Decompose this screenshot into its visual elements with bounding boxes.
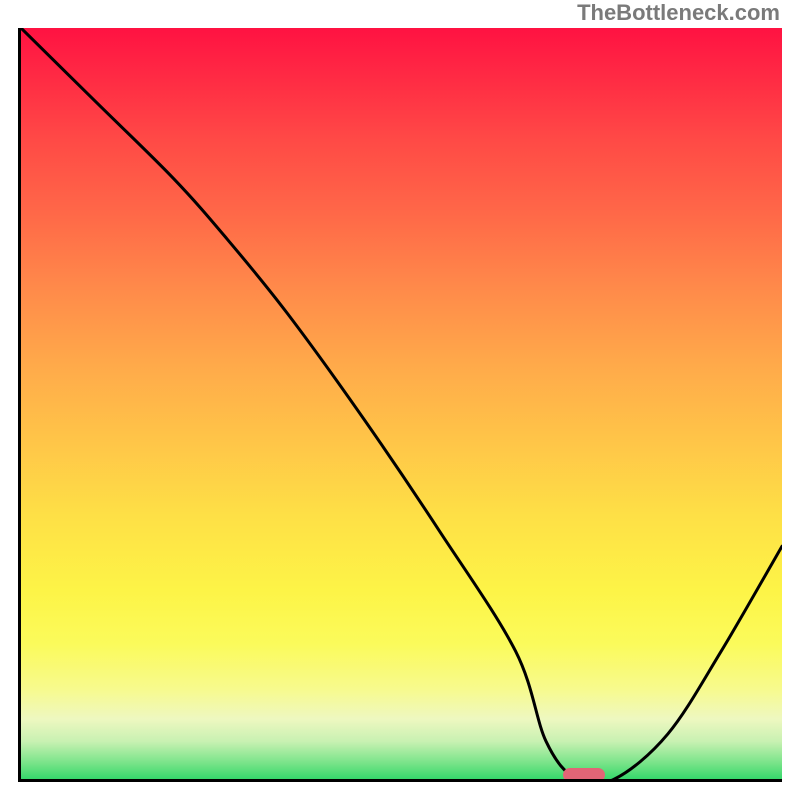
watermark-text: TheBottleneck.com <box>577 0 780 26</box>
plot-area <box>21 28 782 779</box>
chart-container: TheBottleneck.com <box>0 0 800 800</box>
bottleneck-curve <box>21 28 782 779</box>
curve-svg <box>21 28 782 779</box>
optimal-marker <box>563 768 605 779</box>
